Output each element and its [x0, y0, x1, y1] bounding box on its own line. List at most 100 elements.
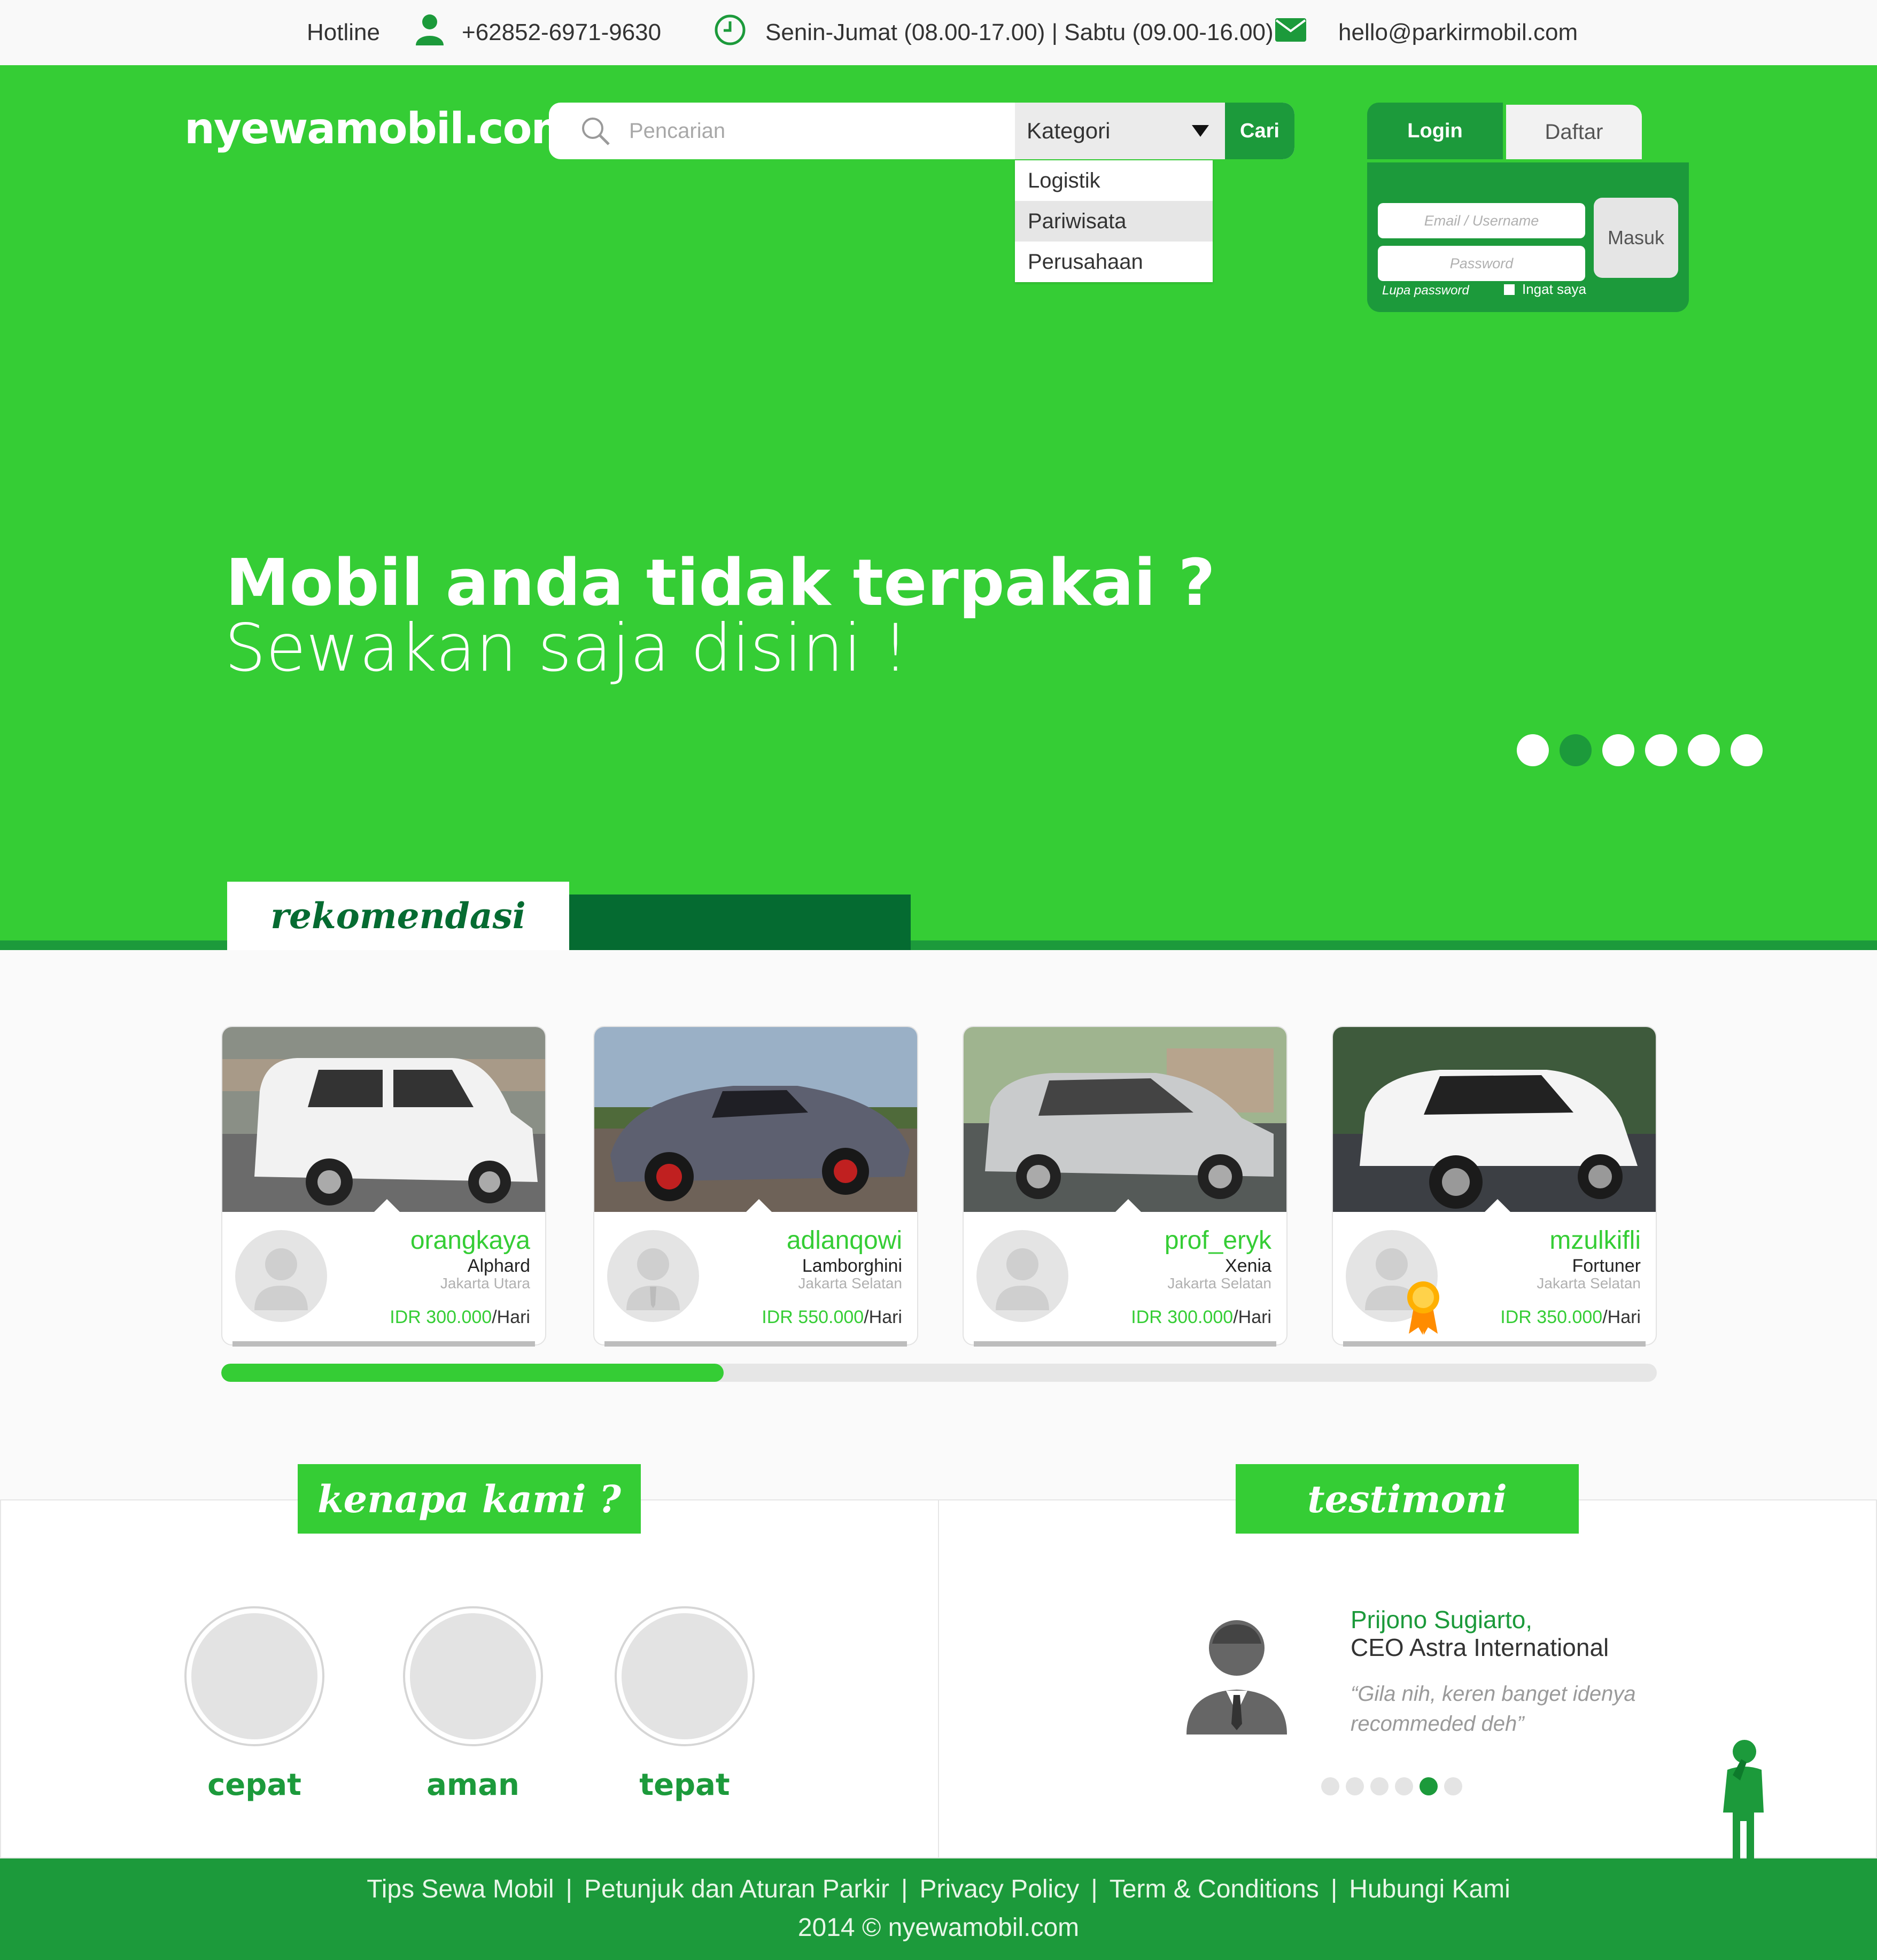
testimonial-dot[interactable]	[1420, 1777, 1438, 1795]
category-select[interactable]: Kategori	[1015, 103, 1225, 159]
password-field[interactable]	[1378, 246, 1585, 281]
phone-number: +62852-6971-9630	[462, 19, 662, 45]
category-option-perusahaan[interactable]: Perusahaan	[1015, 242, 1213, 282]
remember-me-checkbox[interactable]	[1504, 284, 1515, 295]
car-model: Xenia	[1225, 1256, 1271, 1276]
search-button[interactable]: Cari	[1225, 103, 1294, 159]
email-address: hello@parkirmobil.com	[1338, 19, 1578, 45]
forgot-password-link[interactable]: Lupa password	[1382, 283, 1469, 298]
category-dropdown: Logistik Pariwisata Perusahaan	[1015, 160, 1213, 282]
price-unit: /Hari	[1602, 1307, 1641, 1327]
footer-link-contact[interactable]: Hubungi Kami	[1349, 1875, 1510, 1903]
feature-label: aman	[426, 1768, 519, 1802]
feature-tepat: tepat	[615, 1606, 755, 1802]
caret-down-icon	[1192, 125, 1209, 137]
search-icon[interactable]	[580, 115, 611, 149]
price-value: IDR 300.000	[1131, 1307, 1234, 1327]
testimonial-role: CEO Astra International	[1351, 1634, 1609, 1661]
feature-label: tepat	[639, 1768, 730, 1802]
remember-me: Ingat saya	[1504, 281, 1586, 298]
tab-login[interactable]: Login	[1367, 103, 1503, 159]
testimonial-dot[interactable]	[1395, 1777, 1413, 1795]
business-hours: Senin-Jumat (08.00-17.00) | Sabtu (09.00…	[765, 19, 1274, 45]
search-bar: Kategori Cari	[549, 103, 1294, 159]
login-panel: Masuk Lupa password Ingat saya	[1367, 162, 1689, 312]
category-option-pariwisata[interactable]: Pariwisata	[1015, 201, 1213, 242]
hero-section: nyewamobil.com Kategori Cari Logistik Pa…	[0, 65, 1877, 950]
owner-avatar	[607, 1230, 699, 1322]
hero-title: Mobil anda tidak terpakai ?	[226, 546, 1215, 620]
footer-link-terms[interactable]: Term & Conditions	[1110, 1875, 1319, 1903]
car-model: Fortuner	[1572, 1256, 1641, 1276]
section-title-kenapa-kami: kenapa kami ?	[298, 1464, 641, 1534]
search-input[interactable]	[629, 103, 1025, 159]
testimonial-dot[interactable]	[1370, 1777, 1389, 1795]
feature-aman: aman	[403, 1606, 543, 1802]
car-card[interactable]: adlanqowi Lamborghini Jakarta Selatan ID…	[593, 1026, 918, 1345]
card-shadow-bar	[232, 1341, 535, 1347]
testimonial-dot[interactable]	[1444, 1777, 1462, 1795]
user-icon	[415, 13, 445, 52]
testimonial-quote: “Gila nih, keren banget idenya recommede…	[1351, 1682, 1636, 1736]
feature-icon	[615, 1606, 755, 1746]
mail-icon	[1275, 18, 1306, 48]
card-shadow-bar	[604, 1341, 907, 1347]
card-notch	[373, 1199, 401, 1213]
login-submit-button[interactable]: Masuk	[1594, 198, 1678, 278]
owner-avatar	[976, 1230, 1068, 1322]
car-card[interactable]: mzulkifli Fortuner Jakarta Selatan IDR 3…	[1332, 1026, 1657, 1345]
car-location: Jakarta Selatan	[1167, 1275, 1271, 1292]
price-value: IDR 350.000	[1500, 1307, 1603, 1327]
price-unit: /Hari	[864, 1307, 902, 1327]
footer-link-privacy[interactable]: Privacy Policy	[919, 1875, 1079, 1903]
slider-dot[interactable]	[1645, 734, 1677, 766]
email-item[interactable]: hello@parkirmobil.com	[1275, 0, 1578, 65]
rental-price: IDR 300.000/Hari	[1131, 1307, 1271, 1328]
slider-dot[interactable]	[1560, 734, 1592, 766]
price-unit: /Hari	[1233, 1307, 1271, 1327]
phone-item[interactable]: +62852-6971-9630	[415, 0, 661, 65]
carousel-scrollbar[interactable]	[221, 1364, 1657, 1382]
slider-dot[interactable]	[1517, 734, 1549, 766]
card-shadow-bar	[1343, 1341, 1646, 1347]
owner-name[interactable]: orangkaya	[410, 1226, 530, 1255]
testimonial-dot[interactable]	[1321, 1777, 1339, 1795]
category-option-logistik[interactable]: Logistik	[1015, 160, 1213, 201]
slider-dots	[1517, 734, 1763, 766]
tab-register[interactable]: Daftar	[1506, 105, 1642, 159]
slider-dot[interactable]	[1731, 734, 1763, 766]
hours-item: Senin-Jumat (08.00-17.00) | Sabtu (09.00…	[714, 0, 1274, 65]
testimonial-author: Prijono Sugiarto,	[1351, 1606, 1533, 1634]
card-notch	[1484, 1199, 1511, 1213]
owner-name[interactable]: adlanqowi	[787, 1226, 902, 1255]
car-card[interactable]: orangkaya Alphard Jakarta Utara IDR 300.…	[221, 1026, 546, 1345]
carousel-scroll-thumb[interactable]	[221, 1364, 724, 1382]
email-username-field[interactable]	[1378, 203, 1585, 238]
section-accent-bar	[568, 895, 911, 950]
car-model: Lamborghini	[802, 1256, 902, 1276]
rental-price: IDR 550.000/Hari	[762, 1307, 902, 1328]
slider-dot[interactable]	[1688, 734, 1720, 766]
feature-icon	[403, 1606, 543, 1746]
site-logo[interactable]: nyewamobil.com	[184, 104, 576, 153]
award-ribbon-icon	[1405, 1278, 1442, 1340]
car-model: Alphard	[467, 1256, 530, 1276]
testimonial-dot[interactable]	[1346, 1777, 1364, 1795]
car-card[interactable]: prof_eryk Xenia Jakarta Selatan IDR 300.…	[963, 1026, 1287, 1345]
footer-link-tips[interactable]: Tips Sewa Mobil	[367, 1875, 554, 1903]
feature-cepat: cepat	[184, 1606, 324, 1802]
copyright: 2014 © nyewamobil.com	[797, 1914, 1080, 1942]
section-title-rekomendasi: rekomendasi	[227, 882, 569, 950]
owner-name[interactable]: mzulkifli	[1549, 1226, 1641, 1255]
price-value: IDR 300.000	[390, 1307, 492, 1327]
card-notch	[745, 1199, 773, 1213]
thinking-person-icon	[1717, 1738, 1768, 1862]
car-location: Jakarta Utara	[440, 1275, 530, 1292]
footer: Tips Sewa Mobil | Petunjuk dan Aturan Park…	[0, 1858, 1877, 1960]
slider-dot[interactable]	[1602, 734, 1634, 766]
card-notch	[1114, 1199, 1142, 1213]
section-title-testimoni: testimoni	[1236, 1464, 1579, 1534]
footer-link-petunjuk[interactable]: Petunjuk dan Aturan Parkir	[584, 1875, 889, 1903]
car-photo	[964, 1027, 1286, 1212]
owner-name[interactable]: prof_eryk	[1165, 1226, 1271, 1255]
